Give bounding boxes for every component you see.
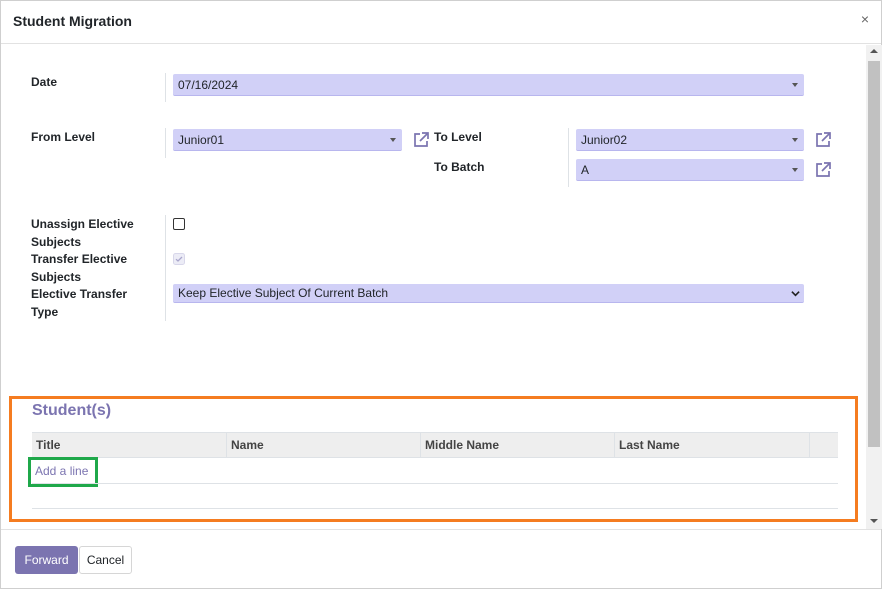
- elective-transfer-type-label: Elective Transfer Type: [31, 286, 127, 321]
- to-batch-value: A: [581, 163, 590, 177]
- elective-transfer-type-value: Keep Elective Subject Of Current Batch: [178, 286, 389, 300]
- column-header-name[interactable]: Name: [227, 433, 421, 458]
- to-batch-label: To Batch: [434, 160, 485, 174]
- unassign-elective-label: Unassign Elective Subjects: [31, 216, 134, 251]
- chevron-down-icon: [791, 291, 800, 297]
- students-table-header: Title Name Middle Name Last Name: [32, 432, 838, 458]
- dialog-title: Student Migration: [13, 13, 132, 29]
- elective-type-line2: Type: [31, 304, 59, 319]
- students-section-title: Student(s): [32, 402, 112, 419]
- table-row-divider: [32, 508, 838, 509]
- caret-down-icon: [390, 138, 396, 142]
- dialog-body: Date 07/16/2024 From Level Junior01 To L…: [2, 45, 866, 529]
- unassign-label-line2: Subjects: [31, 234, 82, 249]
- scrollbar-thumb[interactable]: [868, 61, 880, 447]
- date-label: Date: [31, 75, 58, 89]
- caret-down-icon: [792, 168, 798, 172]
- student-migration-dialog: Student Migration × Date 07/16/2024 From…: [0, 0, 882, 589]
- scroll-down-arrow-icon[interactable]: [870, 519, 878, 523]
- field-divider: [568, 128, 569, 187]
- dialog-footer: Forward Cancel: [1, 529, 881, 589]
- cancel-button[interactable]: Cancel: [79, 546, 132, 574]
- column-header-title[interactable]: Title: [32, 433, 227, 458]
- unassign-elective-checkbox[interactable]: [173, 218, 185, 230]
- date-value: 07/16/2024: [178, 78, 239, 92]
- students-highlight-box: [9, 396, 858, 522]
- caret-down-icon: [792, 138, 798, 142]
- field-divider: [165, 73, 166, 102]
- close-icon[interactable]: ×: [861, 11, 869, 27]
- external-link-icon[interactable]: [814, 161, 832, 179]
- from-level-select[interactable]: Junior01: [173, 129, 402, 151]
- scroll-up-arrow-icon[interactable]: [870, 49, 878, 53]
- unassign-label-line1: Unassign Elective: [31, 217, 134, 231]
- to-level-value: Junior02: [581, 133, 628, 147]
- column-header-middle-name[interactable]: Middle Name: [421, 433, 615, 458]
- external-link-icon[interactable]: [412, 131, 430, 149]
- elective-transfer-type-select[interactable]: Keep Elective Subject Of Current Batch: [173, 284, 804, 303]
- table-row-divider: [32, 483, 838, 484]
- column-header-last-name[interactable]: Last Name: [615, 433, 810, 458]
- to-batch-select[interactable]: A: [576, 159, 804, 181]
- to-level-label: To Level: [434, 130, 482, 144]
- dialog-header: Student Migration ×: [1, 1, 881, 44]
- field-divider: [165, 215, 166, 321]
- dialog-scrollbar[interactable]: [866, 45, 882, 529]
- transfer-elective-label: Transfer Elective Subjects: [31, 251, 127, 286]
- elective-type-line1: Elective Transfer: [31, 287, 128, 301]
- field-divider: [165, 128, 166, 158]
- to-level-select[interactable]: Junior02: [576, 129, 804, 151]
- transfer-label-line1: Transfer Elective: [31, 252, 128, 266]
- external-link-icon[interactable]: [814, 131, 832, 149]
- caret-down-icon: [792, 83, 798, 87]
- transfer-elective-checkbox[interactable]: [173, 253, 185, 265]
- transfer-label-line2: Subjects: [31, 269, 82, 284]
- forward-button[interactable]: Forward: [15, 546, 78, 574]
- from-level-label: From Level: [31, 130, 96, 144]
- date-field[interactable]: 07/16/2024: [173, 74, 804, 96]
- from-level-value: Junior01: [178, 133, 225, 147]
